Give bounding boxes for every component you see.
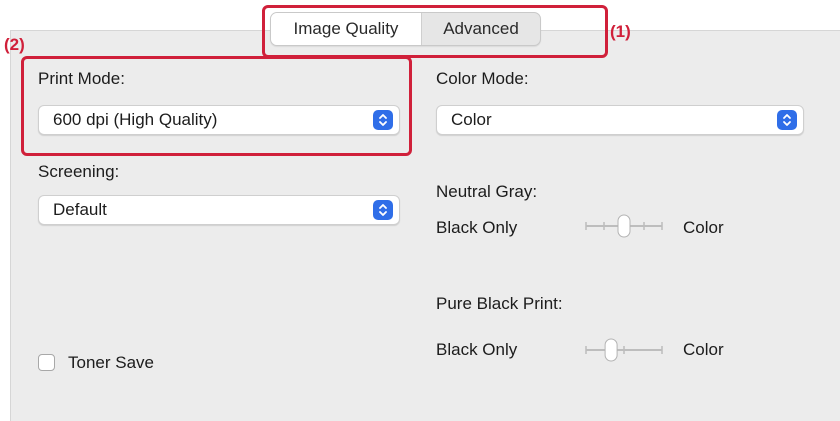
toner-save-checkbox[interactable] <box>38 354 55 371</box>
color-mode-label: Color Mode: <box>436 69 529 88</box>
color-mode-select[interactable]: Color <box>436 105 804 135</box>
pure-black-min-label: Black Only <box>436 340 518 359</box>
slider-thumb[interactable] <box>604 338 618 362</box>
print-mode-value: 600 dpi (High Quality) <box>53 110 218 129</box>
print-mode-select[interactable]: 600 dpi (High Quality) <box>38 105 400 135</box>
slider-thumb[interactable] <box>617 214 631 238</box>
screening-value: Default <box>53 200 107 219</box>
chevron-updown-icon <box>777 110 797 130</box>
chevron-updown-icon <box>373 200 393 220</box>
screening-select[interactable]: Default <box>38 195 400 225</box>
print-mode-marker: (2) <box>4 35 25 54</box>
pure-black-max-label: Color <box>683 340 724 359</box>
tab-advanced[interactable]: Advanced <box>422 13 540 45</box>
pure-black-print-slider[interactable] <box>584 338 664 362</box>
neutral-gray-slider[interactable] <box>584 214 664 238</box>
screening-label: Screening: <box>38 162 120 181</box>
neutral-gray-max-label: Color <box>683 218 724 237</box>
toner-save-label: Toner Save <box>68 353 154 372</box>
tab-image-quality[interactable]: Image Quality <box>271 13 422 45</box>
tab-bar: Image Quality Advanced <box>270 12 541 46</box>
pure-black-print-label: Pure Black Print: <box>436 294 563 313</box>
print-mode-label: Print Mode: <box>38 69 125 88</box>
print-dialog: Image Quality Advanced (1) (2) Print Mod… <box>0 0 840 421</box>
neutral-gray-min-label: Black Only <box>436 218 518 237</box>
neutral-gray-label: Neutral Gray: <box>436 182 538 201</box>
chevron-updown-icon <box>373 110 393 130</box>
color-mode-value: Color <box>451 110 492 129</box>
tabs-marker: (1) <box>610 22 631 41</box>
